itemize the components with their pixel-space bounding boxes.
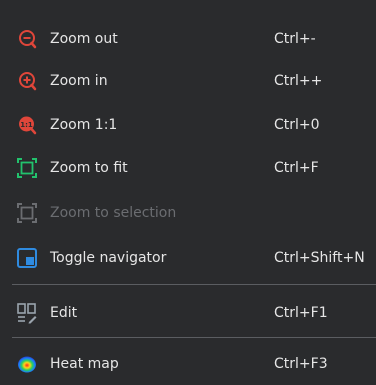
menu-item-label: Zoom in	[50, 73, 108, 89]
menu-item-label: Zoom to selection	[50, 205, 177, 221]
zoom-fit-icon	[16, 157, 38, 179]
menu-item-edit[interactable]: Edit Ctrl+F1	[0, 295, 376, 331]
edit-icon	[16, 302, 38, 324]
menu-item-label: Zoom out	[50, 31, 118, 47]
menu-item-label: Edit	[50, 305, 78, 321]
menu-item-toggle-navigator[interactable]: Toggle navigator Ctrl+Shift+N	[0, 240, 376, 276]
zoom-in-icon	[16, 70, 38, 92]
zoom-out-icon	[16, 28, 38, 50]
menu-separator	[12, 337, 376, 338]
navigator-icon	[16, 247, 38, 269]
menu-item-label: Toggle navigator	[50, 250, 167, 266]
menu-item-heat-map[interactable]: Heat map Ctrl+F3	[0, 346, 376, 382]
zoom-selection-icon	[16, 202, 38, 224]
menu-item-label: Zoom 1:1	[50, 117, 118, 133]
menu-item-label: Zoom to fit	[50, 160, 128, 176]
context-menu: Zoom out Ctrl+- Zoom in Ctrl++ 1:1 Zoom …	[0, 0, 376, 385]
menu-item-shortcut: Ctrl+Shift+N	[274, 250, 365, 266]
menu-item-zoom-to-selection: Zoom to selection	[0, 195, 376, 231]
menu-item-shortcut: Ctrl++	[274, 73, 323, 89]
menu-item-shortcut: Ctrl+0	[274, 117, 320, 133]
menu-item-zoom-to-fit[interactable]: Zoom to fit Ctrl+F	[0, 150, 376, 186]
menu-item-zoom-1-1[interactable]: 1:1 Zoom 1:1 Ctrl+0	[0, 107, 376, 143]
menu-item-shortcut: Ctrl+-	[274, 31, 316, 47]
menu-item-shortcut: Ctrl+F	[274, 160, 319, 176]
menu-item-label: Heat map	[50, 356, 119, 372]
menu-item-zoom-in[interactable]: Zoom in Ctrl++	[0, 63, 376, 99]
menu-item-shortcut: Ctrl+F3	[274, 356, 328, 372]
menu-item-zoom-out[interactable]: Zoom out Ctrl+-	[0, 21, 376, 57]
menu-separator	[12, 284, 376, 285]
menu-item-shortcut: Ctrl+F1	[274, 305, 328, 321]
zoom-1-1-icon: 1:1	[16, 114, 38, 136]
svg-text:1:1: 1:1	[20, 121, 33, 129]
heat-map-icon	[16, 353, 38, 375]
